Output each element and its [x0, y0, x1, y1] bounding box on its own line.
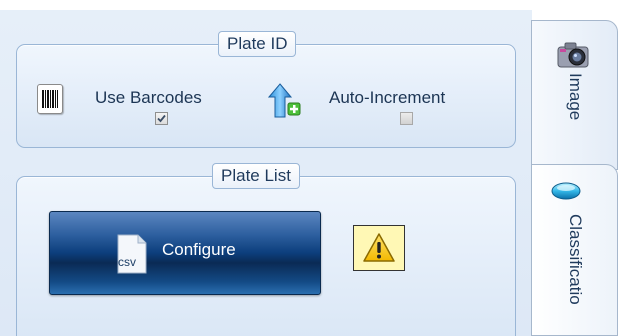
auto-increment-icon	[267, 83, 302, 119]
use-barcodes-checkbox[interactable]	[155, 112, 168, 125]
warning-button[interactable]	[353, 225, 405, 271]
checkmark-icon	[157, 114, 166, 123]
use-barcodes-label: Use Barcodes	[95, 88, 202, 107]
plate-list-group: Plate List csv Configure	[16, 163, 516, 336]
plate-id-group: Plate ID Use Barcodes Auto-Increment	[16, 31, 516, 148]
auto-increment-label: Auto-Increment	[329, 88, 446, 107]
main-panel: Plate ID Use Barcodes Auto-Increment Pla…	[0, 10, 532, 336]
tab-classification[interactable]: Classificatio	[531, 164, 618, 336]
configure-button[interactable]: csv Configure	[49, 211, 321, 295]
configure-button-label: Configure	[162, 240, 236, 259]
auto-increment-checkbox[interactable]	[400, 112, 413, 125]
warning-icon	[363, 233, 395, 262]
tab-classification-label: Classificatio	[566, 214, 585, 305]
barcode-icon	[37, 84, 63, 114]
lens-icon	[551, 182, 581, 200]
plate-id-title: Plate ID	[218, 31, 297, 57]
plate-list-title: Plate List	[212, 163, 300, 189]
camera-icon	[557, 42, 589, 68]
tab-image-label: Image	[566, 73, 585, 121]
page: Plate ID Use Barcodes Auto-Increment Pla…	[0, 0, 618, 336]
tab-image[interactable]: Image	[531, 20, 618, 170]
csv-file-icon: csv	[116, 234, 148, 274]
csv-icon-text: csv	[118, 255, 136, 269]
